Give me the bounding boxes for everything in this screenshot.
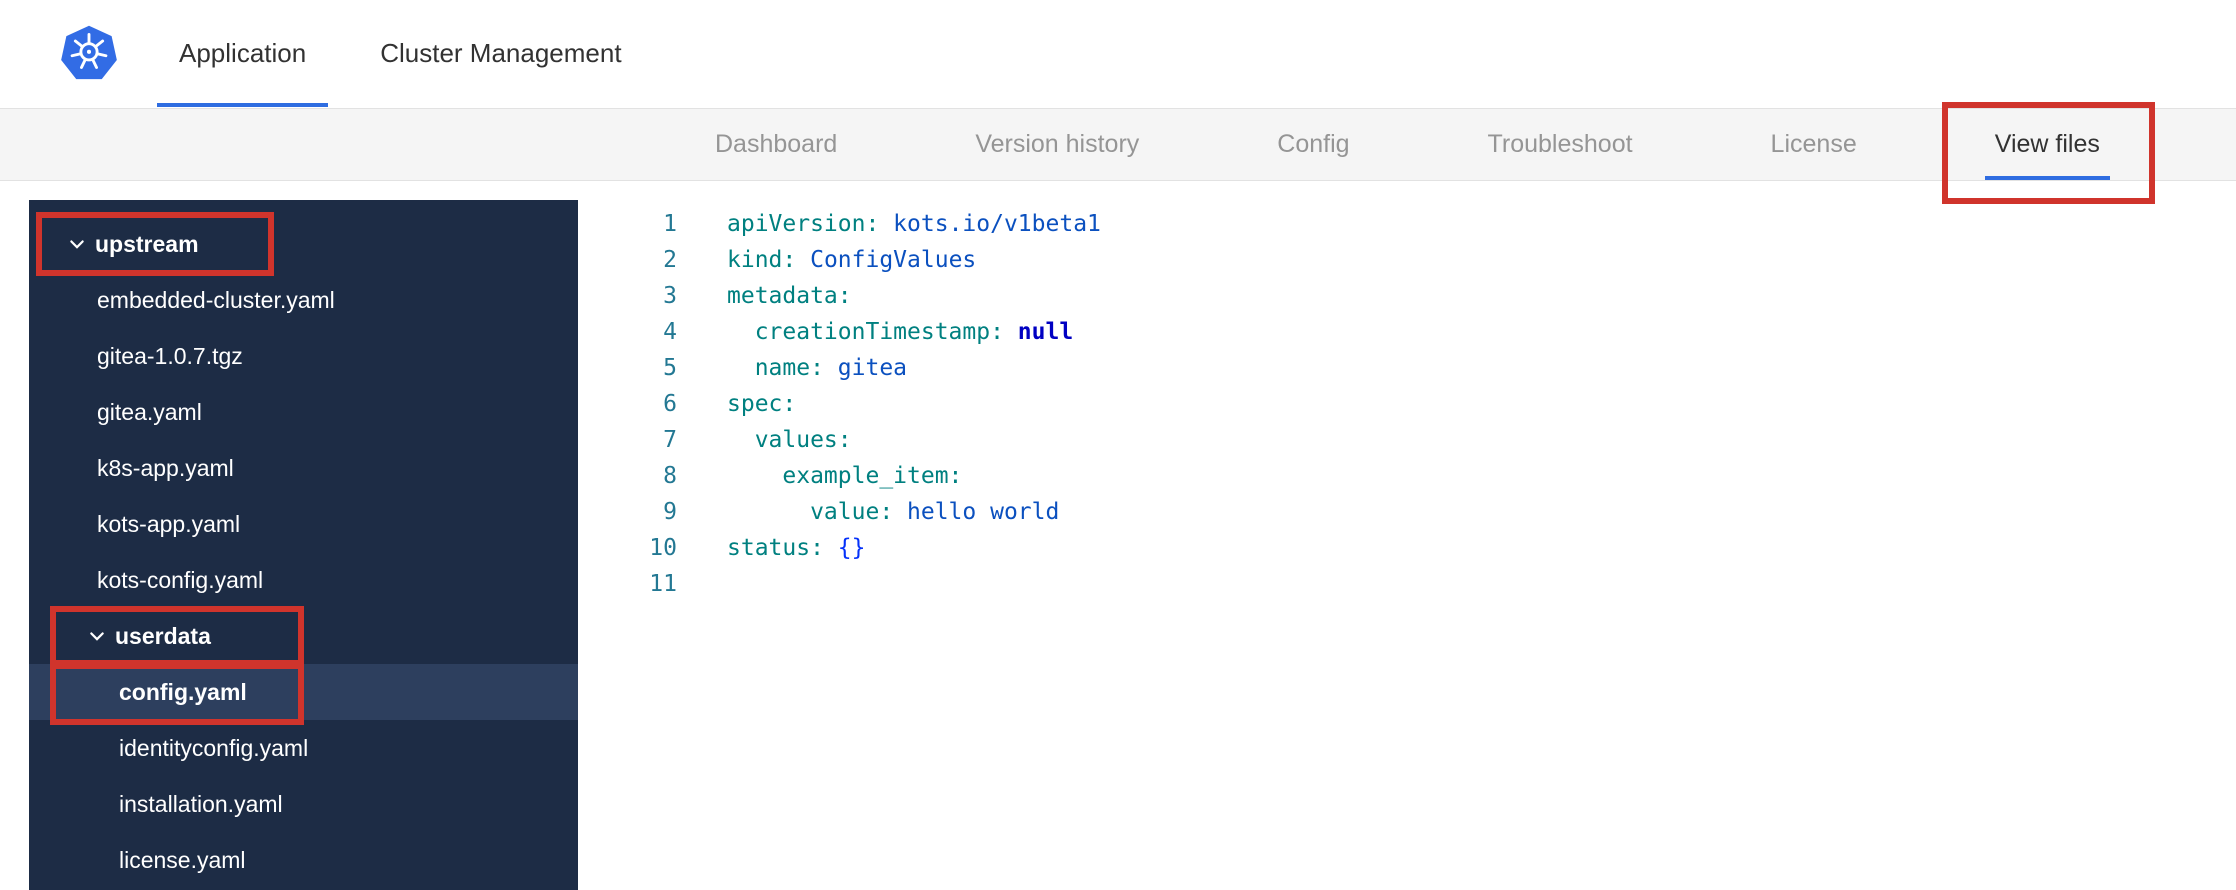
tab-cluster-management-label: Cluster Management bbox=[380, 38, 622, 68]
code-line: 9 value: hello world bbox=[578, 494, 2236, 530]
tree-file-license-yaml[interactable]: license.yaml bbox=[29, 832, 578, 888]
chevron-down-icon bbox=[70, 240, 84, 249]
tab-dashboard[interactable]: Dashboard bbox=[705, 109, 847, 180]
code-line: 8 example_item: bbox=[578, 458, 2236, 494]
tree-item-label: gitea.yaml bbox=[97, 398, 202, 425]
line-number: 2 bbox=[663, 247, 677, 273]
line-content: value: hello world bbox=[727, 499, 1060, 525]
tree-item-label: identityconfig.yaml bbox=[119, 734, 309, 761]
line-number: 6 bbox=[663, 391, 677, 417]
line-number: 3 bbox=[663, 283, 677, 309]
tree-item-label: kots-app.yaml bbox=[97, 510, 241, 537]
line-content: kind: ConfigValues bbox=[727, 247, 977, 273]
line-number: 7 bbox=[663, 427, 677, 453]
line-content: status: {} bbox=[727, 535, 866, 561]
line-number: 11 bbox=[649, 571, 677, 597]
line-number: 8 bbox=[663, 463, 677, 489]
line-content: values: bbox=[727, 427, 852, 453]
tree-item-label: kots-config.yaml bbox=[97, 566, 264, 593]
tab-view-files[interactable]: View files bbox=[1941, 102, 2155, 204]
yaml-editor[interactable]: 1 apiVersion: kots.io/v1beta1 2 kind: Confi… bbox=[578, 200, 2236, 890]
tree-folder-upstream[interactable]: upstream bbox=[29, 212, 578, 276]
tree-item-label: k8s-app.yaml bbox=[97, 454, 234, 481]
tab-config[interactable]: Config bbox=[1267, 109, 1359, 180]
line-content: creationTimestamp: null bbox=[727, 319, 1074, 345]
tab-label: Troubleshoot bbox=[1487, 130, 1633, 158]
code-line: 1 apiVersion: kots.io/v1beta1 bbox=[578, 206, 2236, 242]
kots-admin-console: Application Cluster Management Dashboard… bbox=[0, 0, 2236, 890]
tree-item-label: embedded-cluster.yaml bbox=[97, 286, 335, 313]
code-line: 3 metadata: bbox=[578, 278, 2236, 314]
line-content: example_item: bbox=[727, 463, 963, 489]
tab-label: Config bbox=[1277, 130, 1350, 158]
tree-file-gitea-1-0-7-tgz[interactable]: gitea-1.0.7.tgz bbox=[29, 328, 578, 384]
line-content: apiVersion: kots.io/v1beta1 bbox=[727, 211, 1101, 237]
tab-label: View files bbox=[1994, 130, 2100, 158]
tree-item-label: config.yaml bbox=[119, 678, 247, 705]
tree-item-label: gitea-1.0.7.tgz bbox=[97, 342, 243, 369]
tab-version-history[interactable]: Version history bbox=[965, 109, 1149, 180]
tab-label: Dashboard bbox=[715, 130, 838, 158]
tree-item-label: license.yaml bbox=[119, 846, 246, 873]
line-content: spec: bbox=[727, 391, 797, 417]
tab-application[interactable]: Application bbox=[157, 0, 329, 107]
tree-file-installation-yaml[interactable]: installation.yaml bbox=[29, 776, 578, 832]
code-line: 7 values: bbox=[578, 422, 2236, 458]
tree-item-label: userdata bbox=[115, 622, 211, 649]
code-line: 2 kind: ConfigValues bbox=[578, 242, 2236, 278]
header-tabs: Application Cluster Management bbox=[157, 0, 644, 107]
line-number: 9 bbox=[663, 499, 677, 525]
tree-file-k8s-app-yaml[interactable]: k8s-app.yaml bbox=[29, 440, 578, 496]
tab-application-label: Application bbox=[179, 38, 307, 68]
tree-file-kots-app-yaml[interactable]: kots-app.yaml bbox=[29, 496, 578, 552]
line-content: name: gitea bbox=[727, 355, 908, 381]
line-content: metadata: bbox=[727, 283, 852, 309]
kubernetes-logo-icon bbox=[60, 24, 118, 82]
code-line: 10 status: {} bbox=[578, 530, 2236, 566]
tree-file-gitea-yaml[interactable]: gitea.yaml bbox=[29, 384, 578, 440]
file-tree: upstream embedded-cluster.yaml gitea-1.0.7… bbox=[29, 212, 578, 888]
tree-file-embedded-cluster-yaml[interactable]: embedded-cluster.yaml bbox=[29, 272, 578, 328]
tab-license[interactable]: License bbox=[1761, 109, 1867, 180]
line-number: 1 bbox=[663, 211, 677, 237]
tree-file-kots-config-yaml[interactable]: kots-config.yaml bbox=[29, 552, 578, 608]
line-number: 5 bbox=[663, 355, 677, 381]
tab-label: License bbox=[1770, 130, 1857, 158]
line-number: 10 bbox=[649, 535, 677, 561]
tab-label: Version history bbox=[975, 130, 1140, 158]
tree-file-identityconfig-yaml[interactable]: identityconfig.yaml bbox=[29, 720, 578, 776]
code-line: 4 creationTimestamp: null bbox=[578, 314, 2236, 350]
code-line: 5 name: gitea bbox=[578, 350, 2236, 386]
tree-folder-userdata[interactable]: userdata bbox=[29, 606, 578, 666]
tree-file-config-yaml[interactable]: config.yaml bbox=[29, 663, 578, 725]
code-lines: 1 apiVersion: kots.io/v1beta1 2 kind: Confi… bbox=[578, 206, 2236, 602]
tree-item-label: installation.yaml bbox=[119, 790, 283, 817]
file-tree-sidebar: upstream embedded-cluster.yaml gitea-1.0.7… bbox=[29, 200, 578, 890]
tab-cluster-management[interactable]: Cluster Management bbox=[358, 0, 643, 107]
line-number: 4 bbox=[663, 319, 677, 345]
subnav: Dashboard Version history Config Troublesho… bbox=[0, 102, 2236, 204]
tree-item-label: upstream bbox=[95, 230, 199, 257]
top-bar: Application Cluster Management bbox=[0, 0, 2236, 107]
line-content bbox=[677, 566, 727, 602]
tab-troubleshoot[interactable]: Troubleshoot bbox=[1478, 109, 1643, 180]
chevron-down-icon bbox=[90, 632, 104, 641]
code-line: 6 spec: bbox=[578, 386, 2236, 422]
code-line: 11 bbox=[578, 566, 2236, 602]
